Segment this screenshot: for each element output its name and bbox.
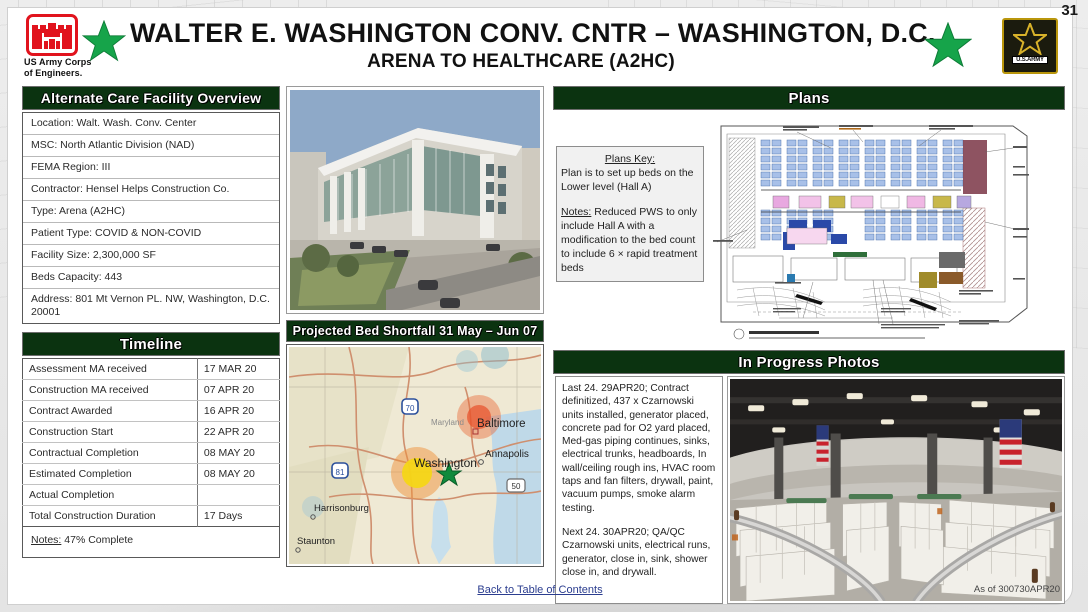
plans-key-title: Plans Key: (604, 153, 656, 165)
usace-logo: US Army Corps of Engineers. (20, 14, 130, 80)
timeline-label-total-duration: Total Construction Duration (22, 505, 198, 527)
plans-panel-header: Plans (553, 86, 1065, 110)
green-star-icon (81, 19, 127, 62)
usace-wordmark: US Army Corps of Engineers. (24, 57, 91, 79)
back-to-table-of-contents-link[interactable]: Back to Table of Contents (8, 584, 1072, 596)
overview-row-location: Location: Walt. Wash. Conv. Center (23, 113, 279, 135)
timeline-table: Assessment MA received 17 MAR 20 Constru… (22, 358, 280, 527)
timeline-value-contractual-completion: 08 MAY 20 (197, 442, 280, 464)
svg-text:Maryland: Maryland (431, 418, 464, 427)
timeline-value-contract-awarded: 16 APR 20 (197, 400, 280, 422)
timeline-value-actual-completion (197, 484, 280, 506)
green-star-icon-right (923, 21, 973, 68)
usace-wordmark-line2: of Engineers. (24, 68, 83, 78)
floor-plan-drawing (713, 112, 1065, 344)
timeline-label-contractual-completion: Contractual Completion (22, 442, 198, 464)
timeline-value-construction-start: 22 APR 20 (197, 421, 280, 443)
table-row: Assessment MA received 17 MAR 20 (22, 358, 280, 380)
shortfall-map: 70 81 50 Maryland Baltimore Annapolis Wa… (289, 347, 541, 564)
overview-row-fema-region: FEMA Region: III (23, 157, 279, 179)
timeline-label-actual-completion: Actual Completion (22, 484, 198, 506)
shortfall-map-frame: 70 81 50 Maryland Baltimore Annapolis Wa… (286, 344, 544, 567)
usace-wordmark-line1: US Army Corps (24, 57, 92, 67)
table-row: Contract Awarded 16 APR 20 (22, 400, 280, 422)
timeline-notes: Notes: 47% Complete (22, 527, 280, 558)
right-column: Plans Plans Key: Plan is to set up beds … (553, 86, 1065, 604)
plans-key-box: Plans Key: Plan is to set up beds on the… (556, 146, 704, 282)
page-title: WALTER E. WASHINGTON CONV. CNTR – WASHIN… (130, 18, 936, 48)
table-row: Estimated Completion 08 MAY 20 (22, 463, 280, 485)
overview-row-msc: MSC: North Atlantic Division (NAD) (23, 135, 279, 157)
timeline-label-construction-ma: Construction MA received (22, 379, 198, 401)
timeline-value-construction-ma: 07 APR 20 (197, 379, 280, 401)
in-progress-photos-body: Last 24. 29APR20; Contract definitized, … (553, 376, 1065, 604)
us-army-logo: U.S.ARMY (1002, 18, 1058, 74)
army-wordmark: U.S.ARMY (1012, 56, 1048, 64)
table-row: Actual Completion (22, 484, 280, 506)
overview-row-address: Address: 801 Mt Vernon PL. NW, Washingto… (31, 293, 270, 318)
plans-notes: Notes: Reduced PWS to only include Hall … (561, 205, 699, 275)
svg-text:Harrisonburg: Harrisonburg (314, 503, 369, 514)
shortfall-panel-header: Projected Bed Shortfall 31 May – Jun 07 (286, 320, 544, 342)
overview-row-contractor: Contractor: Hensel Helps Construction Co… (23, 179, 279, 201)
in-progress-last-24: Last 24. 29APR20; Contract definitized, … (562, 383, 716, 514)
timeline-label-construction-start: Construction Start (22, 421, 198, 443)
timeline-value-assessment-ma: 17 MAR 20 (197, 358, 280, 380)
timeline-notes-label: Notes: (31, 534, 62, 546)
svg-text:Washington: Washington (414, 456, 477, 470)
plans-panel-body: Plans Key: Plan is to set up beds on the… (553, 112, 1065, 344)
slide-canvas: US Army Corps of Engineers. WALTER E. WA… (8, 8, 1072, 604)
as-of-timestamp: As of 300730APR20 (973, 584, 1060, 595)
svg-text:Baltimore: Baltimore (477, 418, 526, 430)
slide-number: 31 (1061, 2, 1078, 19)
svg-text:Staunton: Staunton (297, 536, 335, 547)
slide-header: US Army Corps of Engineers. WALTER E. WA… (8, 8, 1072, 84)
svg-text:81: 81 (336, 468, 345, 477)
overview-row-facility-size: Facility Size: 2,300,000 SF (23, 245, 279, 267)
overview-panel-header: Alternate Care Facility Overview (22, 86, 280, 110)
in-progress-photo-frame (727, 376, 1065, 604)
timeline-value-total-duration: 17 Days (203, 510, 243, 522)
table-row: Total Construction Duration 17 Days (22, 505, 280, 527)
right-logo-group: U.S.ARMY (916, 18, 1062, 76)
in-progress-photo (730, 379, 1062, 601)
middle-column: Projected Bed Shortfall 31 May – Jun 07 (286, 86, 544, 567)
svg-text:50: 50 (512, 482, 521, 491)
facility-photo-frame (286, 86, 544, 314)
left-column: Alternate Care Facility Overview Locatio… (22, 86, 280, 558)
plans-notes-label: Notes: (561, 206, 592, 218)
slide-footer: Back to Table of Contents As of 300730AP… (8, 584, 1072, 600)
overview-row-patient-type: Patient Type: COVID & NON-COVID (23, 223, 279, 245)
svg-text:70: 70 (406, 404, 415, 413)
timeline-label-contract-awarded: Contract Awarded (22, 400, 198, 422)
plans-key-body: Plan is to set up beds on the Lower leve… (561, 167, 694, 193)
in-progress-photos-panel-header: In Progress Photos (553, 350, 1065, 374)
overview-row-type: Type: Arena (A2HC) (23, 201, 279, 223)
timeline-value-estimated-completion: 08 MAY 20 (197, 463, 280, 485)
timeline-label-assessment-ma: Assessment MA received (22, 358, 198, 380)
timeline-label-estimated-completion: Estimated Completion (22, 463, 198, 485)
timeline-panel-header: Timeline (22, 332, 280, 356)
overview-row-beds-capacity: Beds Capacity: 443 (23, 267, 279, 289)
table-row: Contractual Completion 08 MAY 20 (22, 442, 280, 464)
page-subtitle: ARENA TO HEALTHCARE (A2HC) (367, 51, 675, 72)
svg-text:Annapolis: Annapolis (485, 449, 529, 460)
table-row: Construction Start 22 APR 20 (22, 421, 280, 443)
overview-table: Location: Walt. Wash. Conv. Center MSC: … (22, 112, 280, 324)
facility-photo (290, 90, 540, 310)
table-row: Construction MA received 07 APR 20 (22, 379, 280, 401)
in-progress-notes: Last 24. 29APR20; Contract definitized, … (555, 376, 723, 604)
castle-icon (26, 14, 78, 56)
in-progress-next-24: Next 24. 30APR20; QA/QC Czarnowski units… (562, 526, 711, 578)
title-block: WALTER E. WASHINGTON CONV. CNTR – WASHIN… (130, 16, 936, 74)
timeline-notes-value: 47% Complete (64, 534, 134, 546)
